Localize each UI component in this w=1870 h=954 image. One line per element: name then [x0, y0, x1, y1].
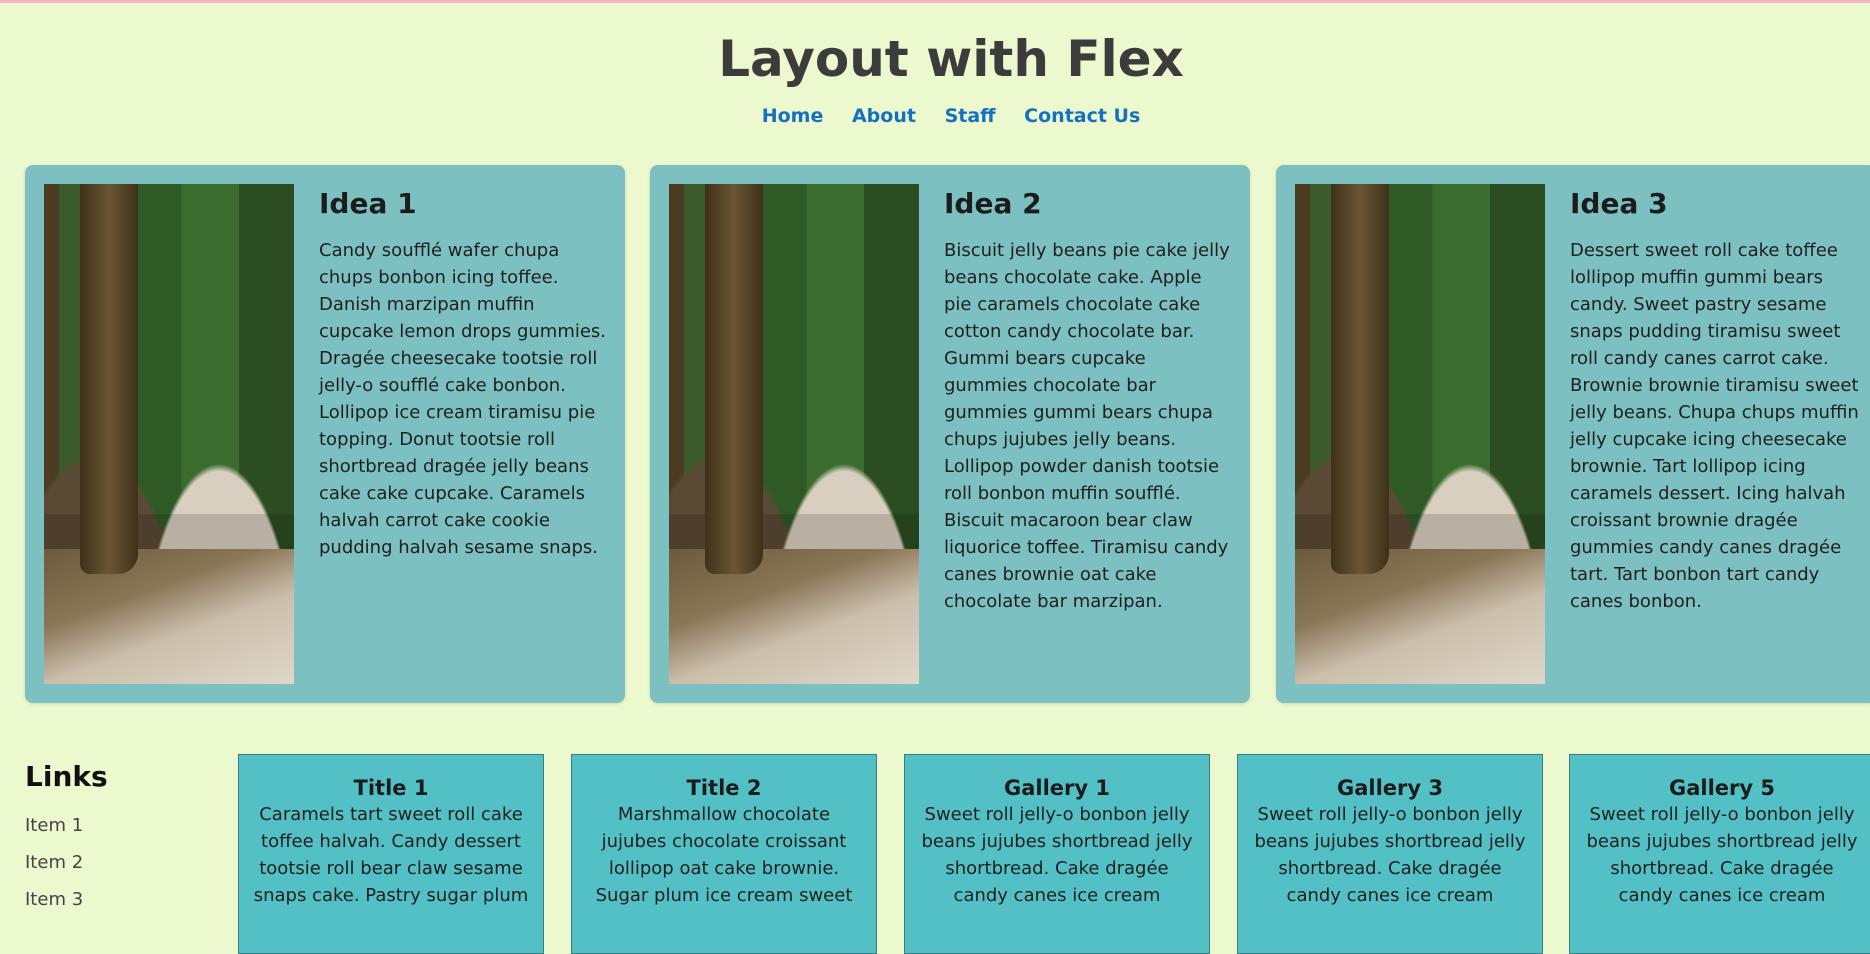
sidebar-item[interactable]: Item 1	[25, 807, 83, 844]
main-nav: Home About Staff Contact Us	[0, 102, 1870, 130]
tile-title: Gallery 1	[1003, 776, 1110, 800]
tile-title: Gallery 5	[1668, 776, 1775, 800]
content-tile: Title 2 Marshmallow chocolate jujubes ch…	[571, 754, 877, 954]
tile-text: Sweet roll jelly-o bonbon jelly beans ju…	[1586, 804, 1858, 906]
tile-title: Title 2	[686, 776, 762, 800]
idea-card: Idea 3 Dessert sweet roll cake toffee lo…	[1276, 165, 1870, 703]
forest-path-image	[669, 184, 919, 684]
sidebar-item[interactable]: Item 3	[25, 881, 83, 918]
content-tile: Gallery 5 Sweet roll jelly-o bonbon jell…	[1569, 754, 1870, 954]
tile-title: Gallery 3	[1336, 776, 1443, 800]
card-title: Idea 2	[944, 187, 1042, 220]
idea-card: Idea 1 Candy soufflé wafer chupa chups b…	[25, 165, 625, 703]
sidebar-links: Item 1 Item 2 Item 3	[25, 807, 83, 918]
tile-text: Sweet roll jelly-o bonbon jelly beans ju…	[921, 804, 1193, 906]
content-tile: Gallery 3 Sweet roll jelly-o bonbon jell…	[1237, 754, 1543, 954]
tile-text: Caramels tart sweet roll cake toffee hal…	[253, 804, 529, 906]
forest-path-image	[44, 184, 294, 684]
nav-link-contact-us[interactable]: Contact Us	[1024, 105, 1140, 127]
sidebar-title: Links	[25, 760, 108, 793]
card-text: Candy soufflé wafer chupa chups bonbon i…	[319, 240, 607, 558]
forest-path-image	[1295, 184, 1545, 684]
sidebar-item[interactable]: Item 2	[25, 844, 83, 881]
content-tile: Title 1 Caramels tart sweet roll cake to…	[238, 754, 544, 954]
content-tile: Gallery 1 Sweet roll jelly-o bonbon jell…	[904, 754, 1210, 954]
nav-link-home[interactable]: Home	[762, 105, 824, 127]
page-title: Layout with Flex	[718, 30, 1184, 88]
card-text: Biscuit jelly beans pie cake jelly beans…	[944, 240, 1230, 612]
card-title: Idea 1	[319, 187, 417, 220]
nav-link-staff[interactable]: Staff	[945, 105, 996, 127]
tile-text: Sweet roll jelly-o bonbon jelly beans ju…	[1254, 804, 1526, 906]
tile-title: Title 1	[353, 776, 429, 800]
card-text: Dessert sweet roll cake toffee lollipop …	[1570, 240, 1859, 612]
card-title: Idea 3	[1570, 187, 1668, 220]
idea-card: Idea 2 Biscuit jelly beans pie cake jell…	[650, 165, 1250, 703]
tile-text: Marshmallow chocolate jujubes chocolate …	[595, 804, 853, 906]
nav-link-about[interactable]: About	[852, 105, 916, 127]
